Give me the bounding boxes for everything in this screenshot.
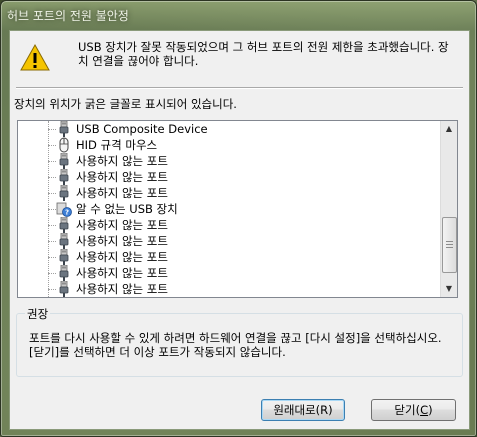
device-tree[interactable]: USB Composite Device HID 규격 마우스사용하지 않는 포트… [17, 120, 458, 298]
scroll-up-arrow-icon[interactable]: ▲ [441, 121, 457, 137]
tree-item-label: 사용하지 않는 포트 [76, 186, 168, 200]
dialog-window: 허브 포트의 전원 불안정 USB 장치가 잘못 작동되었으며 그 허브 포트의… [0, 0, 477, 437]
usb-plug-icon [56, 248, 72, 265]
unknown-device-icon: ? [56, 201, 72, 217]
tree-connector-line [48, 209, 56, 210]
usb-plug-icon [56, 184, 72, 201]
location-label: 장치의 위치가 굵은 글꼴로 표시되어 있습니다. [14, 97, 237, 111]
tree-connector-line [48, 193, 56, 194]
usb-plug-icon [56, 168, 72, 185]
tree-connector-line [48, 225, 56, 226]
warning-message: USB 장치가 잘못 작동되었으며 그 허브 포트의 전원 제한을 초과했습니다… [78, 40, 449, 68]
usb-plug-icon [56, 152, 72, 169]
tree-item-label: 사용하지 않는 포트 [76, 170, 168, 184]
tree-item-label: 알 수 없는 USB 장치 [76, 202, 178, 216]
tree-connector-line [48, 241, 56, 242]
tree-item-label: USB Composite Device [76, 122, 208, 136]
usb-plug-icon [56, 121, 72, 137]
separator [16, 87, 463, 89]
usb-plug-icon [56, 264, 72, 281]
tree-connector-line [48, 129, 56, 130]
usb-plug-icon [56, 216, 72, 233]
tree-connector-line [48, 177, 56, 178]
tree-item-label: 사용하지 않는 포트 [76, 218, 168, 232]
reset-button[interactable]: 원래대로(R) [261, 399, 345, 421]
recommendation-text: 포트를 다시 사용할 수 있게 하려면 하드웨어 연결을 끊고 [다시 설정]을… [29, 331, 442, 359]
scroll-thumb[interactable] [442, 217, 457, 273]
tree-connector-line [48, 161, 56, 162]
tree-connector-line [48, 289, 56, 290]
tree-item-label: 사용하지 않는 포트 [76, 250, 168, 264]
window-title[interactable]: 허브 포트의 전원 불안정 [7, 5, 467, 27]
tree-connector-line [48, 257, 56, 258]
tree-item-label: HID 규격 마우스 [76, 138, 158, 152]
tree-item-label: 사용하지 않는 포트 [76, 154, 168, 168]
svg-text:?: ? [65, 209, 69, 217]
dialog-client-area: USB 장치가 잘못 작동되었으며 그 허브 포트의 전원 제한을 초과했습니다… [9, 30, 470, 430]
recommendation-group: 권장 포트를 다시 사용할 수 있게 하려면 하드웨어 연결을 끊고 [다시 설… [16, 306, 463, 377]
scroll-down-arrow-icon[interactable]: ▼ [441, 281, 457, 297]
tree-connector-line [48, 145, 56, 146]
tree-item-label: 사용하지 않는 포트 [76, 234, 168, 248]
usb-plug-icon [56, 232, 72, 249]
tree-item-label: 사용하지 않는 포트 [76, 266, 168, 280]
recommendation-title: 권장 [25, 306, 51, 322]
usb-plug-icon [56, 280, 72, 297]
tree-item-label: 사용하지 않는 포트 [76, 282, 168, 296]
mouse-icon [56, 137, 72, 153]
warning-icon [20, 43, 50, 71]
tree-connector-line [48, 273, 56, 274]
close-button[interactable]: 닫기(C) [371, 399, 456, 421]
vertical-scrollbar[interactable]: ▲ ▼ [440, 121, 457, 297]
